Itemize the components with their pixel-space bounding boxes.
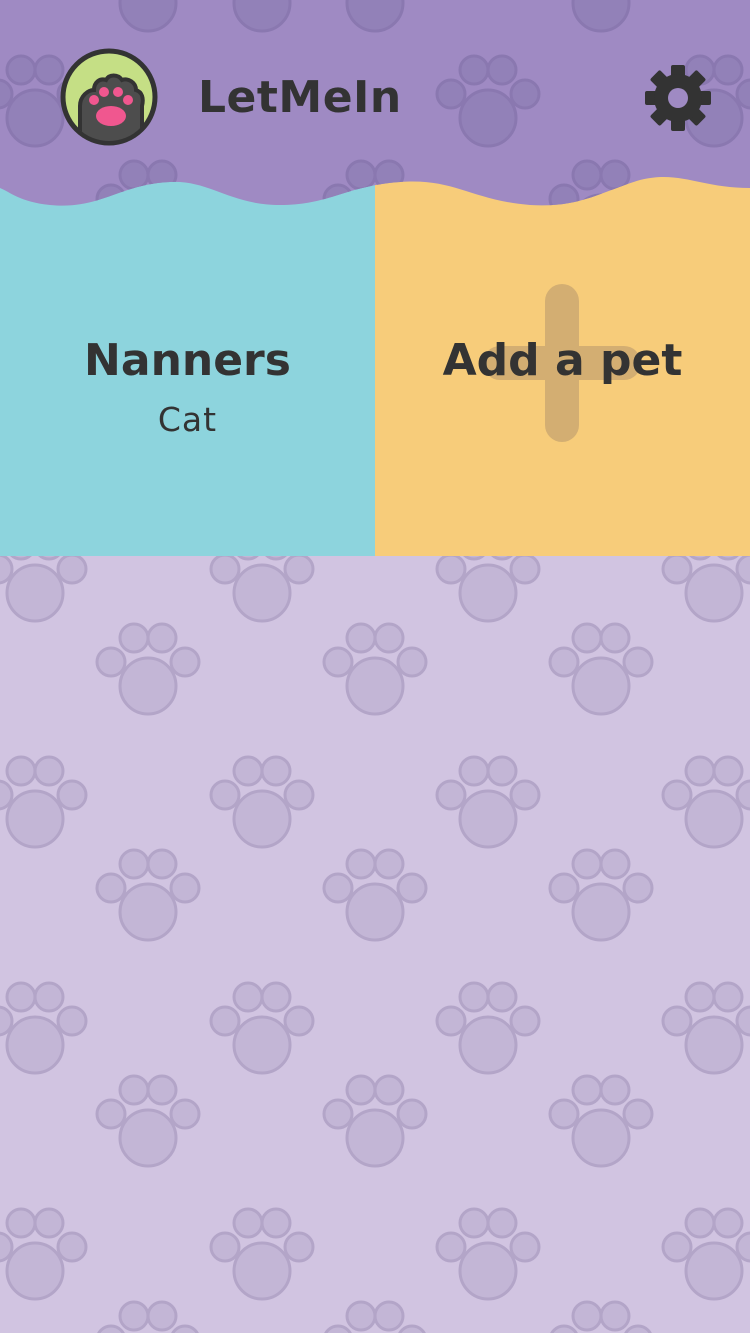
add-pet-card[interactable]: Add a pet [375, 160, 750, 556]
cat-paw-icon [60, 48, 158, 146]
pet-type: Cat [157, 400, 218, 439]
settings-button[interactable] [642, 62, 714, 134]
pet-grid: Nanners Cat Add a pet [0, 160, 750, 556]
pet-name: Nanners [84, 335, 291, 386]
app-title: LetMeIn [198, 72, 402, 123]
gear-icon [645, 65, 711, 131]
pet-card[interactable]: Nanners Cat [0, 160, 375, 556]
add-pet-label: Add a pet [442, 335, 683, 386]
app-header: LetMeIn [0, 0, 750, 210]
app-logo-avatar[interactable] [60, 48, 158, 146]
